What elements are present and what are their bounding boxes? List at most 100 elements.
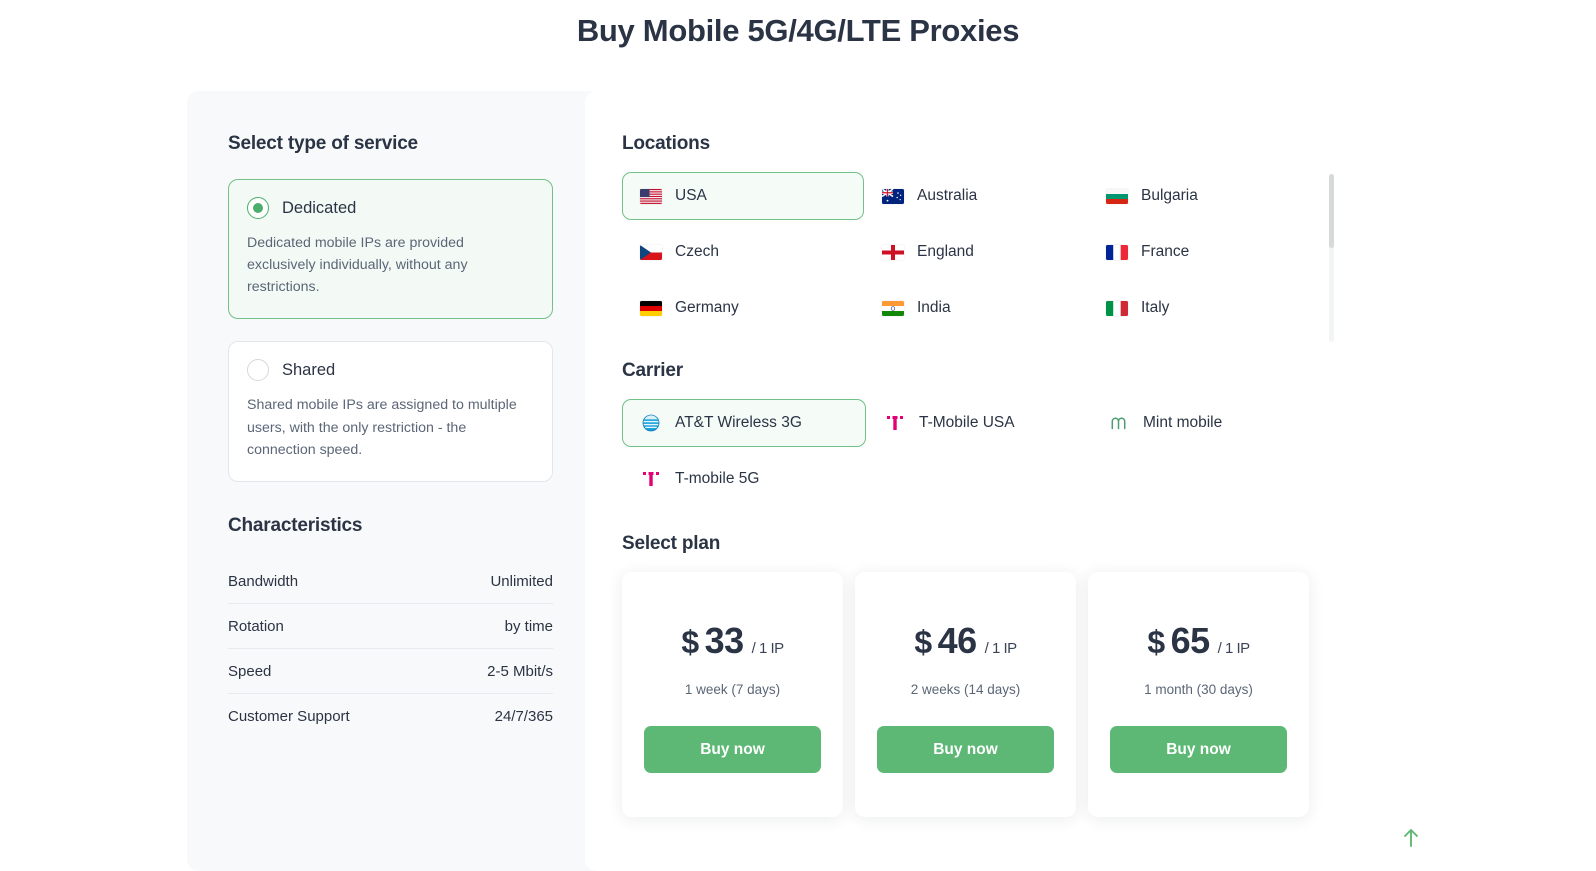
location-option-czech-label: Czech xyxy=(675,243,719,261)
arrow-up-icon xyxy=(1398,824,1424,850)
characteristic-value: 2-5 Mbit/s xyxy=(487,663,553,680)
flag-england-icon xyxy=(882,245,904,260)
service-option-dedicated[interactable]: Dedicated Dedicated mobile IPs are provi… xyxy=(228,179,553,319)
service-option-dedicated-head: Dedicated xyxy=(247,197,534,219)
table-row: Speed 2-5 Mbit/s xyxy=(228,649,553,694)
buy-now-button[interactable]: Buy now xyxy=(877,726,1054,773)
page-title: Buy Mobile 5G/4G/LTE Proxies xyxy=(0,0,1596,49)
plan-amount: 65 xyxy=(1171,620,1210,662)
location-option-italy[interactable]: Italy xyxy=(1088,284,1312,332)
carrier-option-tmobile-usa-label: T-Mobile USA xyxy=(919,414,1015,432)
location-option-england[interactable]: England xyxy=(864,228,1088,276)
service-type-heading: Select type of service xyxy=(228,133,553,155)
plan-unit: / 1 IP xyxy=(985,640,1017,657)
radio-selected-icon[interactable] xyxy=(247,197,269,219)
characteristic-key: Rotation xyxy=(228,618,284,635)
configurator-panel: Select type of service Dedicated Dedicat… xyxy=(187,91,1343,871)
plan-card[interactable]: $ 33 / 1 IP 1 week (7 days) Buy now xyxy=(622,572,843,817)
flag-india-icon xyxy=(882,301,904,316)
plan-price: $ 46 / 1 IP xyxy=(877,620,1054,662)
service-option-shared-description: Shared mobile IPs are assigned to multip… xyxy=(247,394,534,460)
service-option-dedicated-description: Dedicated mobile IPs are provided exclus… xyxy=(247,232,534,298)
plan-period: 1 month (30 days) xyxy=(1110,682,1287,697)
service-option-shared-head: Shared xyxy=(247,359,534,381)
characteristic-key: Speed xyxy=(228,663,271,680)
location-option-italy-label: Italy xyxy=(1141,299,1169,317)
table-row: Rotation by time xyxy=(228,604,553,649)
carrier-option-mint-mobile-label: Mint mobile xyxy=(1143,414,1222,432)
characteristic-value: 24/7/365 xyxy=(495,708,553,725)
plans-heading: Select plan xyxy=(622,533,1343,555)
location-option-germany[interactable]: Germany xyxy=(622,284,864,332)
tmobile-logo-icon xyxy=(640,468,662,490)
carrier-option-att-label: AT&T Wireless 3G xyxy=(675,414,802,432)
locations-heading: Locations xyxy=(622,133,1343,155)
location-option-australia[interactable]: Australia xyxy=(864,172,1088,220)
characteristic-key: Customer Support xyxy=(228,708,350,725)
carrier-option-tmobile-usa[interactable]: T-Mobile USA xyxy=(866,399,1090,447)
service-option-shared-label: Shared xyxy=(282,361,335,380)
att-logo-icon xyxy=(640,412,662,434)
carrier-grid: AT&T Wireless 3G T-Mobile USA xyxy=(622,399,1343,503)
location-option-germany-label: Germany xyxy=(675,299,739,317)
buy-now-button[interactable]: Buy now xyxy=(1110,726,1287,773)
plans-region: Select plan $ 33 / 1 IP 1 week (7 days) … xyxy=(622,533,1343,817)
table-row: Bandwidth Unlimited xyxy=(228,559,553,604)
carrier-region: Carrier AT&T Wirele xyxy=(622,360,1343,503)
service-option-shared[interactable]: Shared Shared mobile IPs are assigned to… xyxy=(228,341,553,481)
plan-amount: 46 xyxy=(938,620,977,662)
carrier-heading: Carrier xyxy=(622,360,1343,382)
location-option-india-label: India xyxy=(917,299,951,317)
locations-grid: USA xyxy=(622,172,1322,332)
carrier-option-tmobile-5g-label: T-mobile 5G xyxy=(675,470,759,488)
options-card: Locations xyxy=(585,91,1343,871)
carrier-option-mint-mobile[interactable]: Mint mobile xyxy=(1090,399,1314,447)
location-option-czech[interactable]: Czech xyxy=(622,228,864,276)
radio-unselected-icon[interactable] xyxy=(247,359,269,381)
location-option-france-label: France xyxy=(1141,243,1189,261)
flag-czech-icon xyxy=(640,245,662,260)
flag-usa-icon xyxy=(640,189,662,204)
locations-scrollbar-thumb[interactable] xyxy=(1329,174,1334,248)
plan-currency: $ xyxy=(681,624,698,661)
flag-france-icon xyxy=(1106,245,1128,260)
plan-period: 1 week (7 days) xyxy=(644,682,821,697)
scroll-to-top-button[interactable] xyxy=(1398,824,1424,850)
location-option-usa-label: USA xyxy=(675,187,707,205)
plans-grid: $ 33 / 1 IP 1 week (7 days) Buy now $ 46… xyxy=(622,572,1343,817)
locations-region: USA xyxy=(622,172,1322,332)
service-type-list: Dedicated Dedicated mobile IPs are provi… xyxy=(228,179,553,482)
location-option-france[interactable]: France xyxy=(1088,228,1312,276)
buy-now-button[interactable]: Buy now xyxy=(644,726,821,773)
plan-unit: / 1 IP xyxy=(1218,640,1250,657)
flag-germany-icon xyxy=(640,301,662,316)
characteristic-value: by time xyxy=(505,618,553,635)
mint-logo-icon xyxy=(1108,412,1130,434)
location-option-england-label: England xyxy=(917,243,974,261)
plan-unit: / 1 IP xyxy=(752,640,784,657)
locations-scrollbar[interactable] xyxy=(1329,174,1334,342)
flag-australia-icon xyxy=(882,189,904,204)
plan-currency: $ xyxy=(914,624,931,661)
location-option-india[interactable]: India xyxy=(864,284,1088,332)
location-option-australia-label: Australia xyxy=(917,187,977,205)
carrier-option-tmobile-5g[interactable]: T-mobile 5G xyxy=(622,455,866,503)
service-option-dedicated-label: Dedicated xyxy=(282,199,356,218)
table-row: Customer Support 24/7/365 xyxy=(228,694,553,738)
plan-amount: 33 xyxy=(705,620,744,662)
left-sidebar: Select type of service Dedicated Dedicat… xyxy=(187,91,585,871)
plan-price: $ 65 / 1 IP xyxy=(1110,620,1287,662)
characteristic-key: Bandwidth xyxy=(228,573,298,590)
plan-currency: $ xyxy=(1147,624,1164,661)
location-option-usa[interactable]: USA xyxy=(622,172,864,220)
characteristics-heading: Characteristics xyxy=(228,515,553,537)
tmobile-logo-icon xyxy=(884,412,906,434)
location-option-bulgaria-label: Bulgaria xyxy=(1141,187,1198,205)
plan-card[interactable]: $ 65 / 1 IP 1 month (30 days) Buy now xyxy=(1088,572,1309,817)
flag-italy-icon xyxy=(1106,301,1128,316)
carrier-option-att[interactable]: AT&T Wireless 3G xyxy=(622,399,866,447)
plan-period: 2 weeks (14 days) xyxy=(877,682,1054,697)
characteristic-value: Unlimited xyxy=(490,573,553,590)
location-option-bulgaria[interactable]: Bulgaria xyxy=(1088,172,1312,220)
plan-card[interactable]: $ 46 / 1 IP 2 weeks (14 days) Buy now xyxy=(855,572,1076,817)
